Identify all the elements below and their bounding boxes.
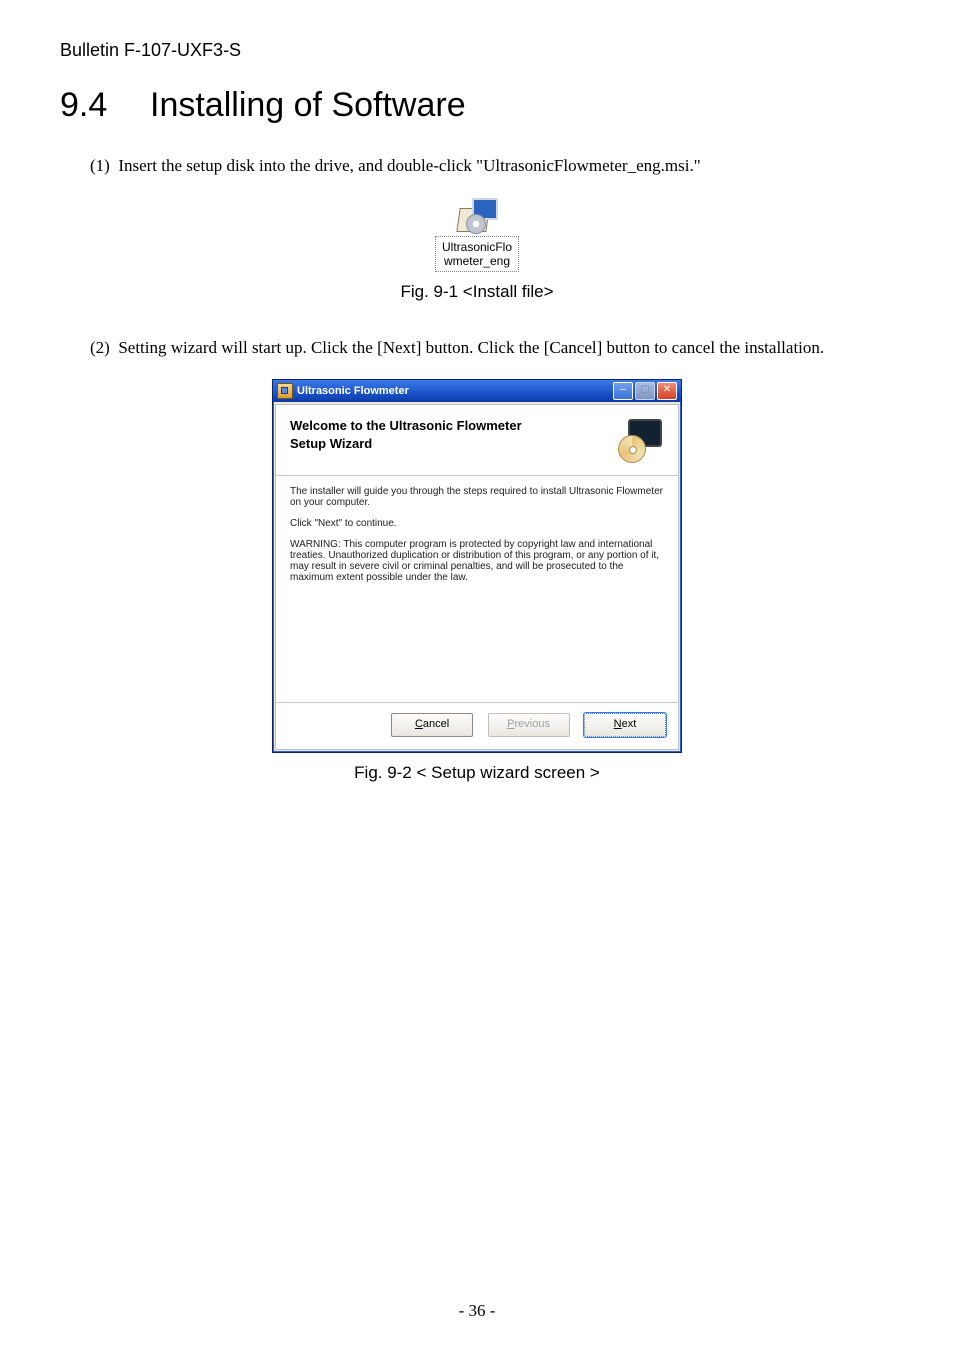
titlebar-buttons: – ▢ ✕	[613, 382, 677, 400]
install-file-name: UltrasonicFlo wmeter_eng	[438, 241, 516, 269]
wizard-welcome-line1: Welcome to the Ultrasonic Flowmeter	[290, 418, 522, 433]
titlebar: Ultrasonic Flowmeter – ▢ ✕	[273, 380, 681, 402]
titlebar-app-icon	[277, 383, 293, 399]
close-button[interactable]: ✕	[657, 382, 677, 400]
figure-9-2-caption: Fig. 9-2 < Setup wizard screen >	[60, 763, 894, 783]
previous-button: Previous	[488, 713, 570, 737]
wizard-footer: Cancel Previous Next	[276, 702, 678, 749]
msi-cd-icon	[466, 214, 486, 234]
previous-rest: revious	[514, 718, 549, 730]
step-1-text: Insert the setup disk into the drive, an…	[118, 156, 700, 175]
install-file-name-line2: wmeter_eng	[444, 254, 510, 268]
msi-installer-icon	[456, 198, 498, 234]
maximize-button: ▢	[635, 382, 655, 400]
cancel-button[interactable]: Cancel	[391, 713, 473, 737]
wizard-body-text-2: Click "Next" to continue.	[290, 518, 664, 529]
step-1-marker: (1)	[90, 156, 110, 175]
wizard-welcome-line2: Setup Wizard	[290, 435, 618, 453]
install-file-name-line1: UltrasonicFlo	[442, 240, 512, 254]
section-number: 9.4	[60, 86, 150, 125]
figure-9-1-install-file: UltrasonicFlo wmeter_eng	[435, 198, 519, 272]
page-number: - 36 -	[0, 1301, 954, 1321]
next-rest: ext	[622, 718, 637, 730]
wizard-banner-icon	[618, 417, 664, 463]
wizard-warning-text: WARNING: This computer program is protec…	[290, 539, 664, 583]
titlebar-title: Ultrasonic Flowmeter	[297, 385, 613, 397]
setup-wizard-window: Ultrasonic Flowmeter – ▢ ✕ Welcome to th…	[272, 379, 682, 753]
window-client-area: Welcome to the Ultrasonic Flowmeter Setu…	[275, 404, 679, 750]
next-button[interactable]: Next	[584, 713, 666, 737]
next-accel: N	[614, 718, 622, 730]
document-page: Bulletin F-107-UXF3-S 9.4Installing of S…	[0, 0, 954, 1351]
step-1: (1) Insert the setup disk into the drive…	[90, 155, 894, 178]
minimize-button[interactable]: –	[613, 382, 633, 400]
bulletin-id: Bulletin F-107-UXF3-S	[60, 40, 894, 61]
wizard-welcome-text: Welcome to the Ultrasonic Flowmeter Setu…	[290, 417, 618, 452]
step-2-marker: (2)	[90, 338, 110, 357]
install-file-label-box: UltrasonicFlo wmeter_eng	[435, 236, 519, 272]
wizard-banner: Welcome to the Ultrasonic Flowmeter Setu…	[276, 405, 678, 476]
wizard-body-text-1: The installer will guide you through the…	[290, 486, 664, 508]
cancel-rest: ancel	[423, 718, 449, 730]
figure-9-1-caption: Fig. 9-1 <Install file>	[60, 282, 894, 302]
step-2: (2) Setting wizard will start up. Click …	[90, 337, 894, 360]
section-title-text: Installing of Software	[150, 86, 466, 124]
disc-icon	[618, 435, 646, 463]
cancel-accel: C	[415, 718, 423, 730]
step-2-text: Setting wizard will start up. Click the …	[118, 338, 824, 357]
section-heading: 9.4Installing of Software	[60, 86, 894, 125]
wizard-body: The installer will guide you through the…	[276, 476, 678, 702]
